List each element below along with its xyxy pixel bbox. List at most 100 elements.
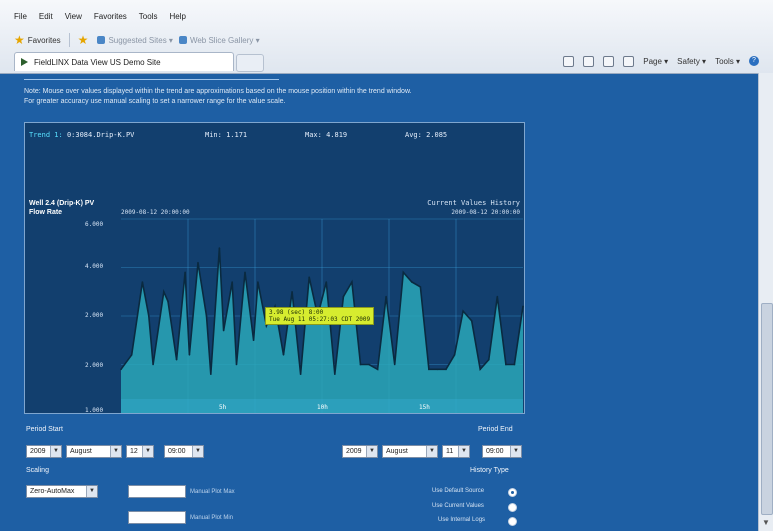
data-point bbox=[419, 286, 422, 288]
y-tick-label: 1.000 bbox=[85, 407, 104, 414]
end-time-select[interactable]: 09:00 ▼ bbox=[482, 445, 522, 458]
data-point bbox=[222, 329, 225, 332]
end-timestamp: 2009-08-12 20:00:00 bbox=[451, 209, 520, 216]
x-tick-label: 10h bbox=[317, 404, 328, 411]
data-point bbox=[130, 354, 133, 356]
data-point bbox=[282, 354, 285, 356]
feeds-icon[interactable] bbox=[583, 55, 595, 67]
data-point bbox=[376, 368, 379, 371]
stat-avg: Avg: 2.085 bbox=[405, 131, 448, 139]
trend-label: Trend 1: bbox=[29, 131, 63, 139]
chevron-down-icon: ▼ bbox=[510, 446, 521, 457]
start-time-select[interactable]: 09:00 ▼ bbox=[164, 445, 204, 458]
end-month-select[interactable]: August ▼ bbox=[382, 445, 438, 458]
home-icon[interactable] bbox=[563, 55, 575, 67]
use-default-source-radio[interactable] bbox=[508, 488, 517, 497]
scroll-down-icon[interactable]: ▼ bbox=[762, 518, 770, 527]
menu-favorites[interactable]: Favorites bbox=[94, 10, 127, 24]
start-year-select[interactable]: 2009 ▼ bbox=[26, 445, 62, 458]
data-point bbox=[141, 281, 144, 283]
end-day-select[interactable]: 11 ▼ bbox=[442, 445, 470, 458]
chevron-down-icon: ▼ bbox=[86, 486, 97, 497]
end-year-select[interactable]: 2009 ▼ bbox=[342, 445, 378, 458]
use-internal-logs-radio[interactable] bbox=[508, 517, 517, 526]
y-tick-label: 4.000 bbox=[85, 263, 104, 270]
data-point bbox=[479, 368, 482, 371]
use-current-values-radio[interactable] bbox=[508, 503, 517, 512]
trend-chart[interactable]: Trend 1: 0:3084.Drip-K.PV Min: 1.171 Max… bbox=[24, 122, 525, 414]
scaling-value: Zero-AutoMax bbox=[30, 488, 75, 495]
chevron-down-icon: ▼ bbox=[110, 446, 121, 457]
note-line-2: For greater accuracy use manual scaling … bbox=[24, 98, 286, 105]
data-point bbox=[147, 315, 150, 317]
scaling-select[interactable]: Zero-AutoMax ▼ bbox=[26, 485, 98, 498]
data-point bbox=[411, 281, 413, 283]
data-point bbox=[496, 295, 499, 298]
value-tooltip: 3.98 (sec) 8:00 Tue Aug 11 05:27:03 CDT … bbox=[265, 307, 375, 325]
end-day-value: 11 bbox=[446, 448, 454, 455]
data-point bbox=[162, 290, 165, 293]
start-month-value: August bbox=[70, 448, 92, 455]
data-point bbox=[265, 324, 268, 327]
series-name-line-2: Flow Rate bbox=[29, 209, 63, 216]
x-tick-label: 5h bbox=[219, 404, 227, 411]
favorites-button[interactable]: Favorites bbox=[28, 36, 61, 45]
menu-help[interactable]: Help bbox=[169, 10, 185, 24]
browser-tab[interactable]: FieldLINX Data View US Demo Site bbox=[14, 52, 234, 71]
suggested-sites-label: Suggested Sites ▾ bbox=[108, 35, 173, 45]
data-point bbox=[505, 363, 507, 366]
manual-plot-min-input[interactable] bbox=[128, 511, 186, 524]
safety-menu[interactable]: Safety ▾ bbox=[677, 57, 706, 66]
suggested-sites-link[interactable]: Suggested Sites ▾ bbox=[97, 36, 173, 45]
accuracy-note: Note: Mouse over values displayed within… bbox=[24, 87, 584, 107]
end-time-value: 09:00 bbox=[486, 448, 504, 455]
start-day-select[interactable]: 12 ▼ bbox=[126, 445, 154, 458]
data-point bbox=[462, 310, 464, 312]
history-title: Current Values History bbox=[427, 199, 520, 207]
data-point bbox=[445, 368, 447, 371]
start-month-select[interactable]: August ▼ bbox=[66, 445, 122, 458]
history-type-label: History Type bbox=[470, 467, 509, 474]
menu-file[interactable]: File bbox=[14, 10, 27, 24]
data-point bbox=[188, 354, 191, 356]
menu-edit[interactable]: Edit bbox=[39, 10, 53, 24]
manual-plot-max-input[interactable] bbox=[128, 485, 186, 498]
add-favorite-icon[interactable]: ★ bbox=[78, 33, 89, 47]
page-menu[interactable]: Page ▾ bbox=[643, 57, 668, 66]
start-year-value: 2009 bbox=[30, 448, 46, 455]
new-tab-button[interactable] bbox=[236, 54, 264, 72]
menu-tools[interactable]: Tools bbox=[139, 10, 158, 24]
chevron-down-icon: ▼ bbox=[458, 446, 469, 457]
stat-max: Max: 4.819 bbox=[305, 131, 348, 139]
data-point bbox=[334, 373, 336, 375]
help-icon[interactable]: ? bbox=[749, 56, 759, 66]
chevron-down-icon: ▼ bbox=[50, 446, 61, 457]
trend-tag: Trend 1: 0:3084.Drip-K.PV bbox=[29, 131, 134, 139]
data-point bbox=[252, 339, 255, 342]
data-point bbox=[167, 300, 169, 303]
tools-menu[interactable]: Tools ▾ bbox=[715, 57, 740, 66]
vertical-scrollbar[interactable]: ▼ bbox=[758, 73, 773, 531]
data-point bbox=[175, 358, 178, 361]
scaling-label: Scaling bbox=[26, 467, 49, 474]
data-point bbox=[218, 247, 221, 249]
browser-chrome: File Edit View Favorites Tools Help ★ Fa… bbox=[0, 0, 773, 74]
print-icon[interactable] bbox=[623, 55, 635, 67]
mail-icon[interactable] bbox=[603, 55, 615, 67]
site-play-icon bbox=[21, 58, 28, 66]
data-point bbox=[184, 271, 186, 274]
y-tick-label: 2.000 bbox=[85, 362, 104, 369]
web-slice-gallery-link[interactable]: Web Slice Gallery ▾ bbox=[178, 36, 260, 45]
series-name: Well 2.4 (Drip-K) PV Flow Rate bbox=[29, 199, 94, 217]
menu-view[interactable]: View bbox=[65, 10, 82, 24]
period-end-label: Period End bbox=[478, 426, 513, 433]
scrollbar-thumb[interactable] bbox=[761, 303, 773, 515]
data-point bbox=[291, 290, 293, 293]
tooltip-line-1: 3.98 (sec) 8:00 bbox=[269, 309, 324, 316]
stat-min: Min: 1.171 bbox=[205, 131, 248, 139]
manual-plot-max-label: Manual Plot Max bbox=[190, 489, 235, 495]
data-point bbox=[402, 271, 405, 274]
data-point bbox=[428, 368, 430, 371]
data-point bbox=[197, 261, 199, 264]
chevron-down-icon: ▼ bbox=[142, 446, 153, 457]
